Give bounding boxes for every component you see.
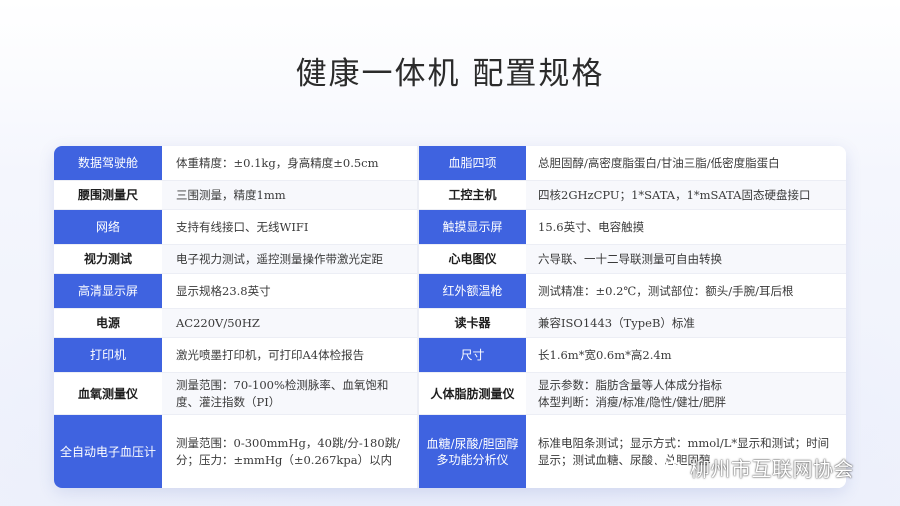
- spec-value: 六导联、一十二导联测量可自由转换: [526, 245, 846, 273]
- spec-value: 显示规格23.8英寸: [162, 274, 418, 308]
- spec-label: 血糖/尿酸/胆固醇多功能分析仪: [418, 415, 526, 488]
- spec-value: 兼容ISO1443（TypeB）标准: [526, 309, 846, 337]
- spec-label: 高清显示屏: [54, 274, 162, 308]
- table-row: 视力测试 电子视力测试，遥控测量操作带激光定距 心电图仪 六导联、一十二导联测量…: [54, 245, 846, 274]
- spec-value: 长1.6m*宽0.6m*高2.4m: [526, 338, 846, 372]
- spec-value: 体重精度：±0.1kg，身高精度±0.5cm: [162, 146, 418, 180]
- spec-value: 四核2GHzCPU；1*SATA，1*mSATA固态硬盘接口: [526, 181, 846, 209]
- spec-label: 腰围测量尺: [54, 181, 162, 209]
- spec-value: 测量范围：70-100%检测脉率、血氧饱和度、灌注指数（PI）: [162, 373, 418, 414]
- spec-label: 电源: [54, 309, 162, 337]
- watermark: 柳州市互联网协会: [652, 452, 854, 482]
- spec-value: 电子视力测试，遥控测量操作带激光定距: [162, 245, 418, 273]
- table-row: 腰围测量尺 三围测量，精度1mm 工控主机 四核2GHzCPU；1*SATA，1…: [54, 181, 846, 210]
- table-row: 高清显示屏 显示规格23.8英寸 红外额温枪 测试精准：±0.2℃，测试部位：额…: [54, 274, 846, 309]
- table-row: 血氧测量仪 测量范围：70-100%检测脉率、血氧饱和度、灌注指数（PI） 人体…: [54, 373, 846, 415]
- spec-value: 激光喷墨打印机，可打印A4体检报告: [162, 338, 418, 372]
- spec-label: 视力测试: [54, 245, 162, 273]
- spec-label: 尺寸: [418, 338, 526, 372]
- spec-value: 总胆固醇/高密度脂蛋白/甘油三脂/低密度脂蛋白: [526, 146, 846, 180]
- spec-value: 支持有线接口、无线WIFI: [162, 210, 418, 244]
- spec-table: 数据驾驶舱 体重精度：±0.1kg，身高精度±0.5cm 血脂四项 总胆固醇/高…: [54, 146, 846, 488]
- table-row: 打印机 激光喷墨打印机，可打印A4体检报告 尺寸 长1.6m*宽0.6m*高2.…: [54, 338, 846, 373]
- table-row: 电源 AC220V/50HZ 读卡器 兼容ISO1443（TypeB）标准: [54, 309, 846, 338]
- spec-label: 红外额温枪: [418, 274, 526, 308]
- spec-value: 测量范围：0-300mmHg，40跳/分-180跳/分；压力：±mmHg（±0.…: [162, 415, 418, 488]
- table-row: 数据驾驶舱 体重精度：±0.1kg，身高精度±0.5cm 血脂四项 总胆固醇/高…: [54, 146, 846, 181]
- spec-value: 显示参数：脂肪含量等人体成分指标 体型判断：消瘦/标准/隐性/健壮/肥胖: [526, 373, 846, 414]
- spec-label: 网络: [54, 210, 162, 244]
- spec-label: 全自动电子血压计: [54, 415, 162, 488]
- spec-label: 心电图仪: [418, 245, 526, 273]
- page-title: 健康一体机 配置规格: [295, 56, 605, 92]
- table-row: 网络 支持有线接口、无线WIFI 触摸显示屏 15.6英寸、电容触摸: [54, 210, 846, 245]
- spec-label: 触摸显示屏: [418, 210, 526, 244]
- spec-label: 血脂四项: [418, 146, 526, 180]
- spec-label: 打印机: [54, 338, 162, 372]
- spec-value: AC220V/50HZ: [162, 309, 418, 337]
- spec-label: 工控主机: [418, 181, 526, 209]
- spec-label: 数据驾驶舱: [54, 146, 162, 180]
- spec-label: 人体脂肪测量仪: [418, 373, 526, 414]
- spec-label: 血氧测量仪: [54, 373, 162, 414]
- spec-value: 15.6英寸、电容触摸: [526, 210, 846, 244]
- watermark-text: 柳州市互联网协会: [690, 456, 854, 481]
- spec-value: 测试精准：±0.2℃，测试部位：额头/手腕/耳后根: [526, 274, 846, 308]
- wechat-icon: [653, 456, 683, 477]
- spec-label: 读卡器: [418, 309, 526, 337]
- spec-value: 三围测量，精度1mm: [162, 181, 418, 209]
